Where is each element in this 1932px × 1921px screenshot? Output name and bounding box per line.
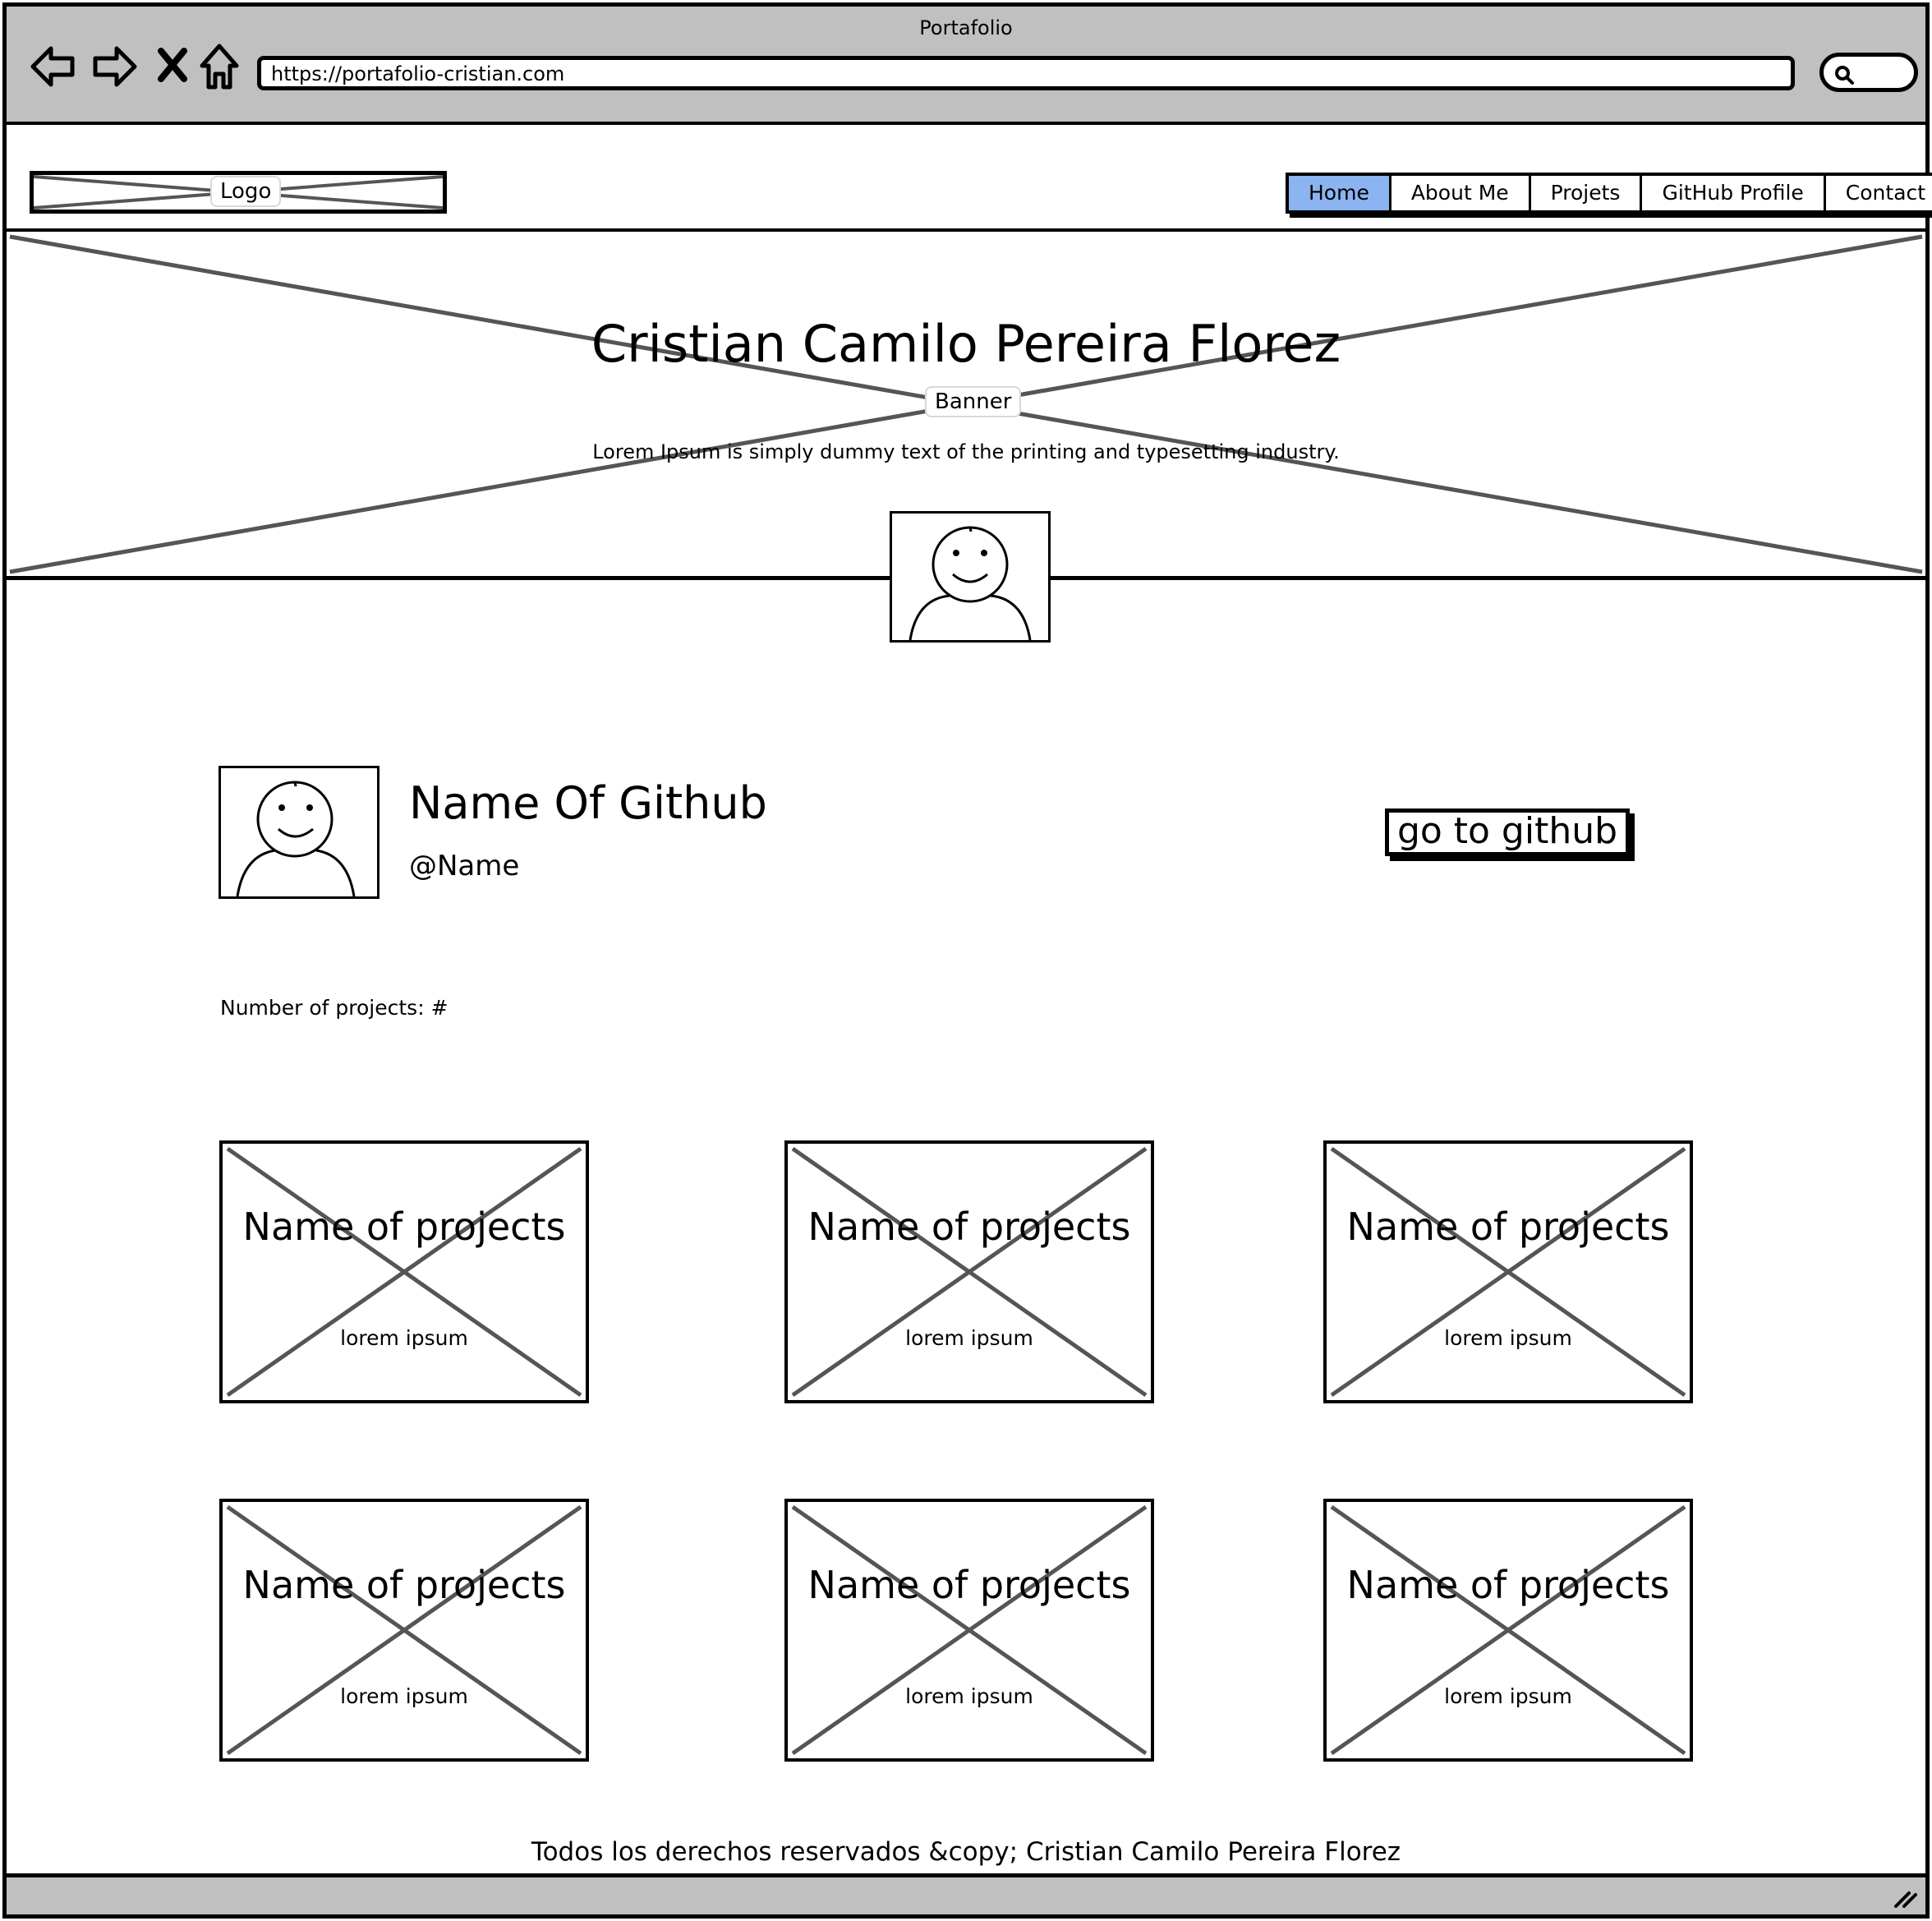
url-bar[interactable]: https://portafolio-cristian.com bbox=[257, 56, 1795, 90]
back-arrow-icon[interactable] bbox=[30, 43, 77, 90]
search-icon bbox=[1835, 66, 1854, 85]
project-title: Name of projects bbox=[242, 1205, 566, 1249]
footer-text: Todos los derechos reservados &copy; Cri… bbox=[531, 1837, 1401, 1867]
project-description: lorem ipsum bbox=[340, 1326, 468, 1350]
window-title: Portafolio bbox=[919, 16, 1013, 39]
banner-text: Lorem Ipsum is simply dummy text of the … bbox=[592, 440, 1340, 463]
main-nav: Home About Me Projets GitHub Profile Con… bbox=[1286, 173, 1932, 214]
browser-statusbar bbox=[7, 1873, 1925, 1914]
banner-avatar bbox=[890, 511, 1051, 643]
browser-search-box[interactable] bbox=[1819, 53, 1918, 92]
project-description: lorem ipsum bbox=[905, 1684, 1033, 1708]
project-title: Name of projects bbox=[242, 1563, 566, 1607]
banner-title: Cristian Camilo Pereira Florez bbox=[591, 314, 1341, 374]
logo-placeholder[interactable]: Logo bbox=[30, 171, 447, 214]
avatar-icon bbox=[908, 526, 1032, 641]
project-description: lorem ipsum bbox=[1444, 1326, 1572, 1350]
nav-item-projects[interactable]: Projets bbox=[1531, 176, 1643, 210]
project-card[interactable]: Name of projects lorem ipsum bbox=[784, 1499, 1154, 1762]
nav-item-contact[interactable]: Contact bbox=[1826, 176, 1932, 210]
nav-item-about-me[interactable]: About Me bbox=[1392, 176, 1531, 210]
nav-item-home[interactable]: Home bbox=[1289, 176, 1392, 210]
project-description: lorem ipsum bbox=[340, 1684, 468, 1708]
project-card[interactable]: Name of projects lorem ipsum bbox=[784, 1140, 1154, 1403]
nav-item-github-profile[interactable]: GitHub Profile bbox=[1642, 176, 1826, 210]
banner-placeholder: Cristian Camilo Pereira Florez Banner Lo… bbox=[7, 232, 1925, 643]
project-card[interactable]: Name of projects lorem ipsum bbox=[1323, 1140, 1693, 1403]
logo-label: Logo bbox=[210, 176, 282, 207]
project-card[interactable]: Name of projects lorem ipsum bbox=[219, 1499, 589, 1762]
resize-grip-icon[interactable] bbox=[1893, 1886, 1917, 1908]
project-title: Name of projects bbox=[1346, 1205, 1670, 1249]
github-name: Name Of Github bbox=[409, 777, 767, 829]
banner-label: Banner bbox=[925, 386, 1022, 417]
project-card[interactable]: Name of projects lorem ipsum bbox=[1323, 1499, 1693, 1762]
project-title: Name of projects bbox=[1346, 1563, 1670, 1607]
github-handle: @Name bbox=[409, 850, 520, 882]
project-title: Name of projects bbox=[807, 1205, 1131, 1249]
stop-icon[interactable] bbox=[156, 43, 189, 90]
home-icon[interactable] bbox=[199, 43, 240, 90]
project-card[interactable]: Name of projects lorem ipsum bbox=[219, 1140, 589, 1403]
project-title: Name of projects bbox=[807, 1563, 1131, 1607]
avatar-icon bbox=[236, 781, 356, 897]
browser-window: Portafolio https://portafolio-cristian.c… bbox=[2, 2, 1932, 1919]
go-to-github-button[interactable]: go to github bbox=[1385, 808, 1630, 856]
browser-titlebar: Portafolio https://portafolio-cristian.c… bbox=[7, 7, 1925, 125]
project-description: lorem ipsum bbox=[1444, 1684, 1572, 1708]
project-description: lorem ipsum bbox=[905, 1326, 1033, 1350]
forward-arrow-icon[interactable] bbox=[90, 43, 138, 90]
projects-count: Number of projects: # bbox=[220, 996, 448, 1020]
github-avatar bbox=[218, 766, 380, 899]
site-header: Logo Home About Me Projets GitHub Profil… bbox=[7, 125, 1932, 232]
